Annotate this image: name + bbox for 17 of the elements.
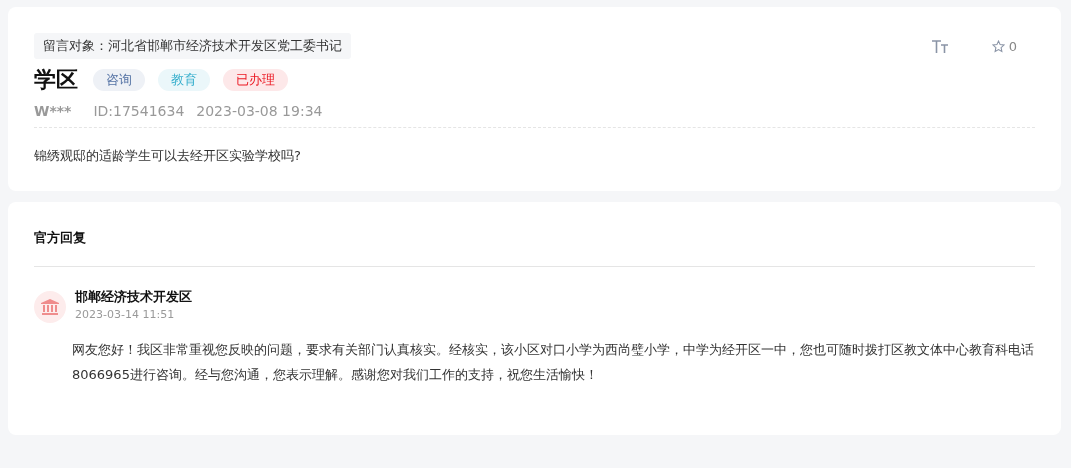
message-body: 锦绣观邸的适龄学生可以去经开区实验学校吗?: [34, 147, 302, 165]
message-target: 留言对象：河北省邯郸市经济技术开发区党工委书记: [34, 33, 351, 59]
reply-time: 2023-03-14 11:51: [75, 308, 176, 321]
message-time: 2023-03-08 19:34: [196, 103, 323, 119]
tag: 咨询: [93, 69, 145, 91]
message-title: 学区: [34, 66, 79, 94]
org-name: 邯郸经济技术开发区: [75, 288, 192, 306]
author-name: W***: [34, 103, 72, 119]
text-size-icon[interactable]: [931, 40, 948, 53]
building-icon: [41, 299, 59, 315]
star-icon[interactable]: [991, 40, 1005, 53]
tag: 已办理: [223, 69, 288, 91]
reply-body: 网友您好！我区非常重视您反映的问题，要求有关部门认真核实。经核实，该小区对口小学为西尚璧小学，中学为经开区一中，您也可随时拨打区教文体中心教育科电话8066965进行咨询。经与您沟通，您表示理解。感谢您对我们工作的支持，祝您生活愉快！: [72, 341, 1035, 384]
like-count: 0: [1008, 39, 1017, 54]
tag: 教育: [158, 69, 210, 91]
reply-heading: 官方回复: [34, 228, 1035, 267]
message-id: ID:17541634: [93, 103, 185, 119]
